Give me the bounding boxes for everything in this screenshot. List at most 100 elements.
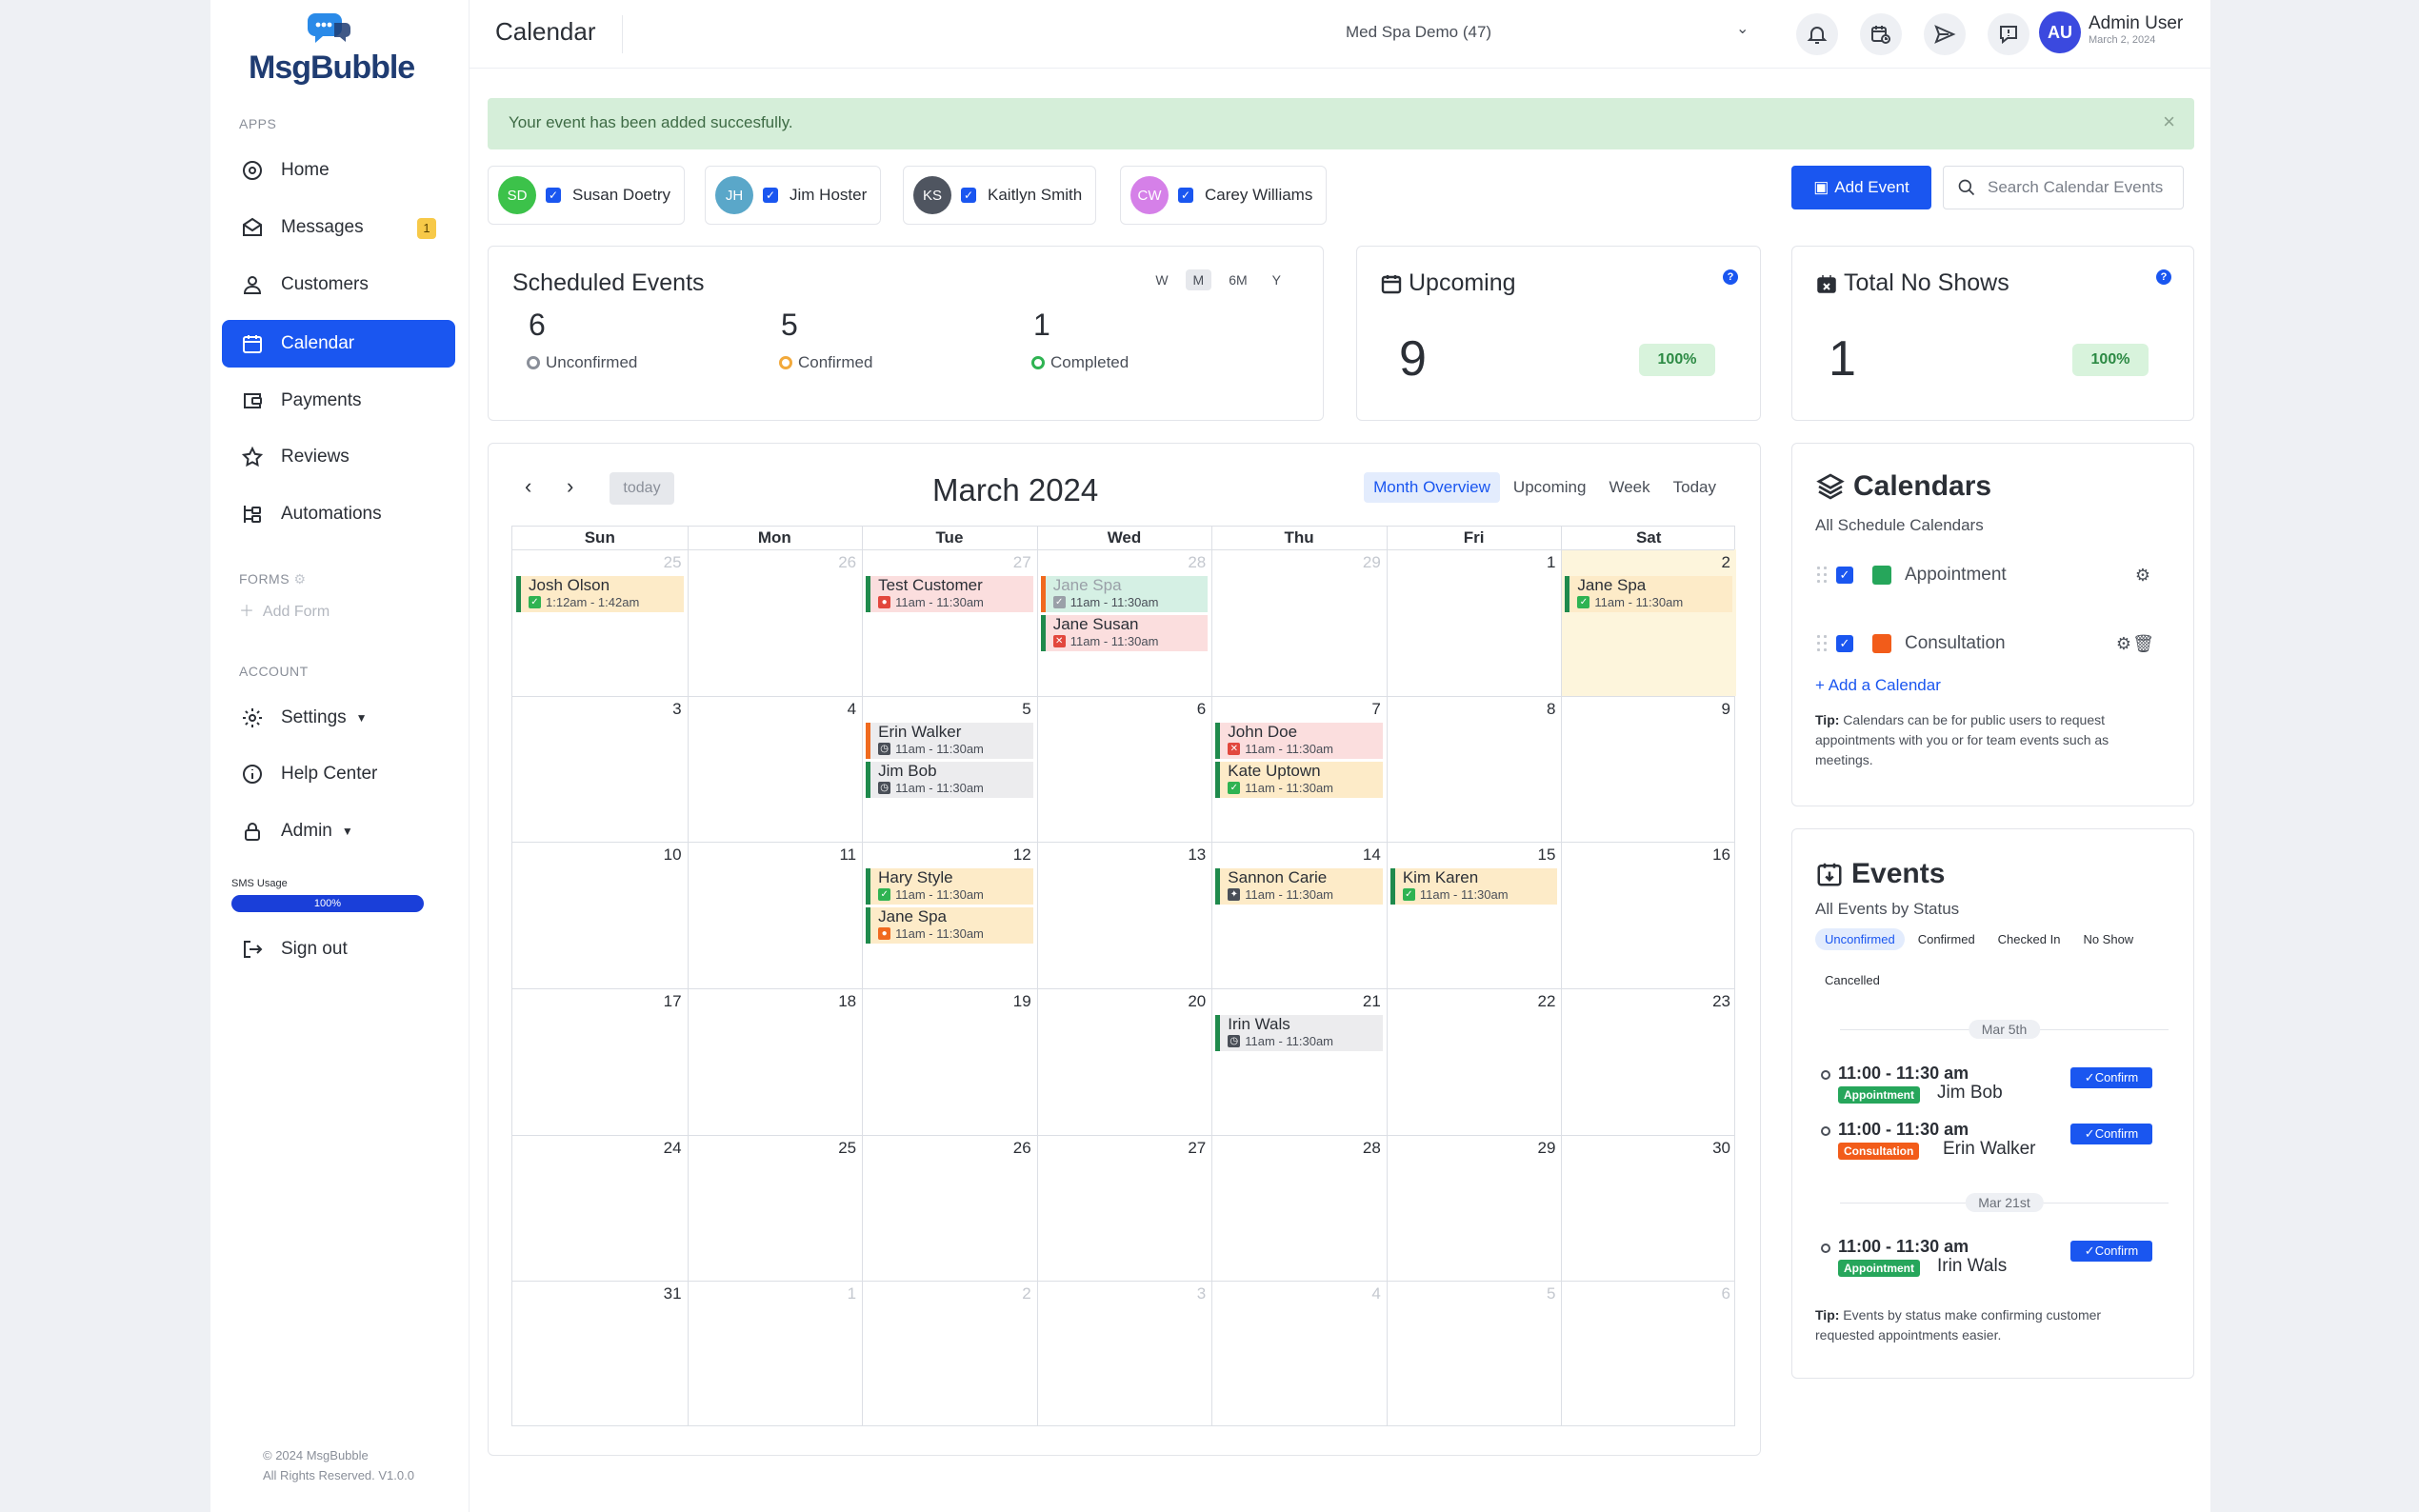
confirm-button[interactable]: ✓Confirm — [2070, 1067, 2152, 1088]
day-cell[interactable]: 6 — [1561, 1281, 1736, 1427]
color-swatch[interactable] — [1872, 634, 1891, 653]
range-tab-w[interactable]: W — [1148, 269, 1175, 290]
day-cell[interactable]: 11 — [688, 842, 863, 988]
checkbox[interactable]: ✓ — [763, 188, 778, 203]
day-cell[interactable]: 4 — [688, 696, 863, 843]
tab-week[interactable]: Week — [1599, 472, 1659, 503]
day-cell[interactable]: 31 — [512, 1281, 688, 1427]
checkbox[interactable]: ✓ — [1836, 567, 1853, 584]
day-cell[interactable]: 3 — [512, 696, 688, 843]
tab-checked-in[interactable]: Checked In — [1989, 928, 2070, 950]
day-cell[interactable]: 30 — [1561, 1135, 1736, 1282]
notifications-button[interactable] — [1796, 13, 1838, 55]
event-row[interactable]: 11:00 - 11:30 am Appointment Jim Bob ✓Co… — [1821, 1064, 2173, 1111]
calendar-event[interactable]: Kate Uptown ✓ 11am - 11:30am — [1215, 761, 1383, 798]
calendar-event[interactable]: Jim Bob ◷ 11am - 11:30am — [866, 761, 1033, 798]
day-cell[interactable]: 24 — [512, 1135, 688, 1282]
day-cell[interactable]: 20 — [1037, 988, 1212, 1135]
day-cell[interactable]: 16 — [1561, 842, 1736, 988]
account-select[interactable]: Med Spa Demo (47) — [1346, 23, 1491, 42]
range-tab-y[interactable]: Y — [1265, 269, 1289, 290]
logo[interactable]: MsgBubble — [249, 10, 430, 86]
staff-filter-carey-williams[interactable]: CW ✓ Carey Williams — [1120, 166, 1328, 225]
range-tab-m[interactable]: M — [1185, 269, 1212, 290]
day-cell[interactable]: 2 — [862, 1281, 1037, 1427]
sidebar-item-payments[interactable]: Payments — [222, 377, 455, 425]
day-cell[interactable]: 22 — [1387, 988, 1562, 1135]
schedule-button[interactable] — [1860, 13, 1902, 55]
calendar-event[interactable]: Erin Walker ◷ 11am - 11:30am — [866, 722, 1033, 759]
help-icon[interactable]: ? — [1723, 269, 1738, 285]
sidebar-item-messages[interactable]: Messages 1 — [222, 204, 455, 251]
tab-month-overview[interactable]: Month Overview — [1364, 472, 1500, 503]
day-cell[interactable]: 3 — [1037, 1281, 1212, 1427]
checkbox[interactable]: ✓ — [546, 188, 561, 203]
calendar-event[interactable]: John Doe ✕ 11am - 11:30am — [1215, 722, 1383, 759]
day-cell[interactable]: 10 — [512, 842, 688, 988]
event-row[interactable]: 11:00 - 11:30 am Appointment Irin Wals ✓… — [1821, 1237, 2173, 1284]
drag-handle-icon[interactable] — [1815, 565, 1829, 586]
calendar-event[interactable]: Irin Wals ◷ 11am - 11:30am — [1215, 1015, 1383, 1051]
gear-icon[interactable]: ⚙ — [2135, 566, 2150, 586]
tab-upcoming[interactable]: Upcoming — [1504, 472, 1596, 503]
calendar-event[interactable]: Kim Karen ✓ 11am - 11:30am — [1389, 868, 1558, 905]
confirm-button[interactable]: ✓Confirm — [2070, 1241, 2152, 1262]
calendar-event[interactable]: Hary Style ✓ 11am - 11:30am — [866, 868, 1033, 905]
day-cell[interactable]: 9 — [1561, 696, 1736, 843]
day-cell[interactable]: 18 — [688, 988, 863, 1135]
day-cell[interactable]: 25 — [512, 549, 688, 696]
day-cell[interactable]: 27 — [862, 549, 1037, 696]
day-cell[interactable]: 4 — [1211, 1281, 1387, 1427]
day-cell[interactable]: 26 — [862, 1135, 1037, 1282]
color-swatch[interactable] — [1872, 566, 1891, 585]
sidebar-item-customers[interactable]: Customers — [222, 261, 455, 308]
day-cell[interactable]: 23 — [1561, 988, 1736, 1135]
user-name[interactable]: Admin User — [2089, 13, 2183, 34]
checkbox[interactable]: ✓ — [961, 188, 976, 203]
calendar-event[interactable]: Josh Olson ✓ 1:12am - 1:42am — [516, 576, 684, 612]
tab-no-show[interactable]: No Show — [2073, 928, 2143, 950]
help-icon[interactable]: ? — [2156, 269, 2171, 285]
sidebar-item-reviews[interactable]: Reviews — [222, 433, 455, 481]
day-cell[interactable]: 25 — [688, 1135, 863, 1282]
tab-unconfirmed[interactable]: Unconfirmed — [1815, 928, 1905, 950]
sidebar-item-help-center[interactable]: Help Center — [222, 750, 455, 798]
day-cell[interactable]: 26 — [688, 549, 863, 696]
day-cell[interactable]: 21 — [1211, 988, 1387, 1135]
day-cell[interactable]: 8 — [1387, 696, 1562, 843]
drag-handle-icon[interactable] — [1815, 633, 1829, 654]
add-event-button[interactable]: ▣ Add Event — [1791, 166, 1931, 209]
close-icon[interactable]: × — [2163, 109, 2175, 134]
prev-month-button[interactable]: ‹ — [525, 474, 531, 499]
staff-filter-kaitlyn-smith[interactable]: KS ✓ Kaitlyn Smith — [903, 166, 1097, 225]
calendar-event[interactable]: Jane Susan ✕ 11am - 11:30am — [1040, 615, 1209, 651]
calendar-event[interactable]: Jane Spa ✓ 11am - 11:30am — [1040, 576, 1209, 612]
range-tab-6m[interactable]: 6M — [1221, 269, 1254, 290]
staff-filter-susan-doetry[interactable]: SD ✓ Susan Doetry — [488, 166, 685, 225]
sidebar-item-home[interactable]: Home — [222, 147, 455, 194]
day-cell[interactable]: 5 — [1387, 1281, 1562, 1427]
calendar-event[interactable]: Jane Spa ✓ 11am - 11:30am — [1565, 576, 1732, 612]
checkbox[interactable]: ✓ — [1178, 188, 1193, 203]
checkbox[interactable]: ✓ — [1836, 635, 1853, 652]
send-button[interactable] — [1924, 13, 1966, 55]
next-month-button[interactable]: › — [567, 474, 573, 499]
day-cell[interactable]: 15 — [1387, 842, 1562, 988]
tab-cancelled[interactable]: Cancelled — [1815, 969, 1889, 991]
search-input[interactable]: Search Calendar Events — [1943, 166, 2184, 209]
day-cell[interactable]: 17 — [512, 988, 688, 1135]
staff-filter-jim-hoster[interactable]: JH ✓ Jim Hoster — [705, 166, 882, 225]
tab-confirmed[interactable]: Confirmed — [1909, 928, 1985, 950]
day-cell[interactable]: 1 — [688, 1281, 863, 1427]
chevron-down-icon[interactable]: ⌄ — [1736, 19, 1749, 38]
feedback-button[interactable] — [1988, 13, 2029, 55]
day-cell[interactable]: 28 — [1211, 1135, 1387, 1282]
gear-icon[interactable]: ⚙ — [2116, 634, 2131, 654]
calendar-event[interactable]: Sannon Carie ✦ 11am - 11:30am — [1215, 868, 1383, 905]
avatar[interactable]: AU — [2039, 11, 2081, 53]
day-cell[interactable]: 29 — [1211, 549, 1387, 696]
sidebar-item-calendar[interactable]: Calendar — [222, 320, 455, 368]
day-cell[interactable]: 6 — [1037, 696, 1212, 843]
day-cell[interactable]: 27 — [1037, 1135, 1212, 1282]
sign-out-button[interactable]: Sign out — [222, 925, 455, 973]
